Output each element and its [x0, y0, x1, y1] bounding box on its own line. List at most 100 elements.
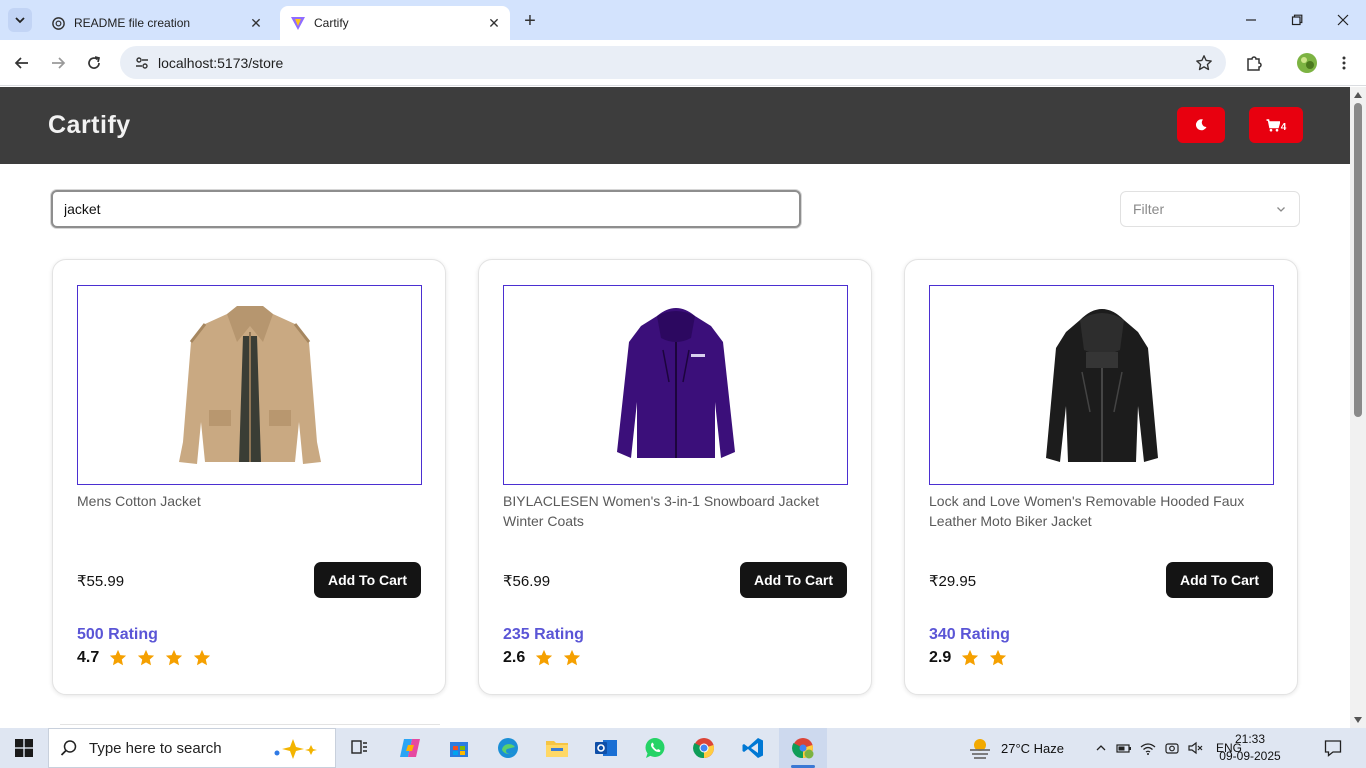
vscode-icon — [742, 738, 763, 758]
moon-icon — [1195, 119, 1207, 131]
extensions-button[interactable] — [1240, 49, 1268, 77]
taskbar-vscode[interactable] — [729, 728, 777, 768]
tab-search-button[interactable] — [8, 8, 32, 32]
scroll-thumb[interactable] — [1354, 103, 1362, 417]
star-icon — [110, 649, 127, 666]
profile-avatar[interactable] — [1293, 49, 1321, 77]
product-price: ₹56.99 — [503, 573, 551, 590]
brand-logo[interactable]: Cartify — [48, 111, 131, 140]
address-bar[interactable]: localhost:5173/store — [120, 46, 1226, 79]
vite-icon — [290, 15, 306, 31]
back-button[interactable] — [8, 49, 36, 77]
minimize-icon — [1246, 19, 1256, 21]
star-icon — [990, 649, 1007, 666]
taskbar-chrome-profile[interactable] — [779, 728, 827, 768]
tab-cartify[interactable]: Cartify ✕ — [280, 6, 510, 40]
product-card: Lock and Love Women's Removable Hooded F… — [904, 259, 1298, 695]
task-view-icon — [351, 740, 367, 754]
black-jacket-image — [1045, 309, 1158, 462]
site-info-icon[interactable] — [128, 55, 156, 71]
scroll-up-arrow[interactable] — [1354, 92, 1362, 98]
arrow-right-icon — [52, 57, 66, 69]
arrow-left-icon — [14, 57, 28, 69]
taskbar-search-box[interactable]: Type here to search — [48, 728, 336, 768]
browser-menu-button[interactable] — [1330, 49, 1358, 77]
theme-toggle-button[interactable] — [1177, 107, 1225, 143]
taskbar-store[interactable] — [435, 728, 483, 768]
product-price: ₹29.95 — [929, 573, 977, 590]
taskbar-file-explorer[interactable] — [533, 728, 581, 768]
windows-logo-icon — [15, 739, 33, 757]
rating-row: 2.6 — [503, 649, 591, 667]
clock-time: 21:33 — [1234, 732, 1266, 746]
taskbar-outlook[interactable] — [582, 728, 630, 768]
filter-select[interactable]: Filter — [1120, 191, 1300, 227]
add-to-cart-button[interactable]: Add To Cart — [1166, 562, 1273, 598]
rating-stars — [109, 649, 221, 667]
battery-icon[interactable] — [1112, 742, 1136, 754]
search-input[interactable] — [51, 190, 801, 228]
rating-value: 2.9 — [929, 649, 952, 666]
taskbar-whatsapp[interactable] — [631, 728, 679, 768]
restore-button[interactable] — [1274, 0, 1320, 40]
product-image[interactable] — [929, 285, 1274, 485]
new-tab-button[interactable]: + — [518, 10, 542, 32]
add-to-cart-button[interactable]: Add To Cart — [740, 562, 847, 598]
wifi-icon[interactable] — [1136, 742, 1160, 755]
forward-button[interactable] — [44, 49, 72, 77]
bookmark-star-icon[interactable] — [1190, 54, 1218, 72]
cart-button[interactable]: 4 — [1249, 107, 1303, 143]
browser-tab-strip: README file creation ✕ Cartify ✕ + — [0, 0, 1366, 40]
close-icon — [1337, 14, 1349, 26]
taskbar-edge[interactable] — [484, 728, 532, 768]
product-image[interactable] — [503, 285, 848, 485]
product-title: Mens Cotton Jacket — [77, 493, 201, 509]
windows-taskbar: Type here to search 27°C Haze ENG 21:33 … — [0, 728, 1366, 768]
page-scrollbar[interactable] — [1350, 87, 1366, 728]
weather-widget[interactable]: 27°C Haze — [967, 728, 1064, 768]
minimize-button[interactable] — [1228, 0, 1274, 40]
volume-muted-icon[interactable] — [1184, 741, 1208, 755]
browser-toolbar: localhost:5173/store — [0, 40, 1366, 86]
reload-button[interactable] — [80, 49, 108, 77]
product-title: Lock and Love Women's Removable Hooded F… — [929, 493, 1245, 529]
taskbar-search-placeholder: Type here to search — [89, 739, 222, 757]
star-icon — [564, 649, 581, 666]
copilot-icon — [400, 739, 420, 757]
rating-value: 4.7 — [77, 649, 100, 666]
rating-row: 2.9 — [929, 649, 1017, 667]
scroll-down-arrow[interactable] — [1354, 717, 1362, 723]
tab-readme[interactable]: README file creation ✕ — [40, 6, 272, 40]
chevron-down-icon — [1277, 207, 1285, 212]
star-icon — [166, 649, 183, 666]
tab-title: README file creation — [74, 16, 191, 30]
product-price: ₹55.99 — [77, 573, 125, 590]
close-icon[interactable]: ✕ — [484, 13, 504, 33]
product-image[interactable] — [77, 285, 422, 485]
product-title: BIYLACLESEN Women's 3-in-1 Snowboard Jac… — [503, 493, 820, 529]
chrome-icon — [693, 738, 714, 759]
rating-count: 340 Rating — [929, 626, 1010, 643]
taskbar-clock[interactable]: 21:33 09-09-2025 — [1218, 731, 1282, 765]
taskbar-copilot[interactable] — [386, 728, 434, 768]
chevron-down-icon — [15, 17, 25, 24]
camera-icon[interactable] — [1160, 741, 1184, 755]
close-window-button[interactable] — [1320, 0, 1366, 40]
weather-text: 27°C Haze — [1001, 740, 1065, 756]
star-icon — [962, 649, 979, 666]
close-icon[interactable]: ✕ — [246, 13, 266, 33]
chevron-up-icon[interactable] — [1090, 742, 1112, 754]
start-button[interactable] — [0, 728, 48, 768]
task-view-button[interactable] — [336, 728, 384, 768]
add-to-cart-button[interactable]: Add To Cart — [314, 562, 421, 598]
notifications-button[interactable] — [1310, 728, 1356, 768]
folder-icon — [546, 741, 568, 757]
openai-icon — [50, 15, 66, 31]
search-icon — [49, 739, 89, 757]
rating-count: 500 Rating — [77, 626, 158, 643]
taskbar-chrome[interactable] — [680, 728, 728, 768]
beige-jacket-image — [178, 306, 321, 464]
reload-icon — [88, 56, 101, 69]
url-text[interactable]: localhost:5173/store — [158, 55, 1190, 71]
store-page: Cartify 4 Filter Mens Cotton Jacket — [0, 87, 1350, 728]
